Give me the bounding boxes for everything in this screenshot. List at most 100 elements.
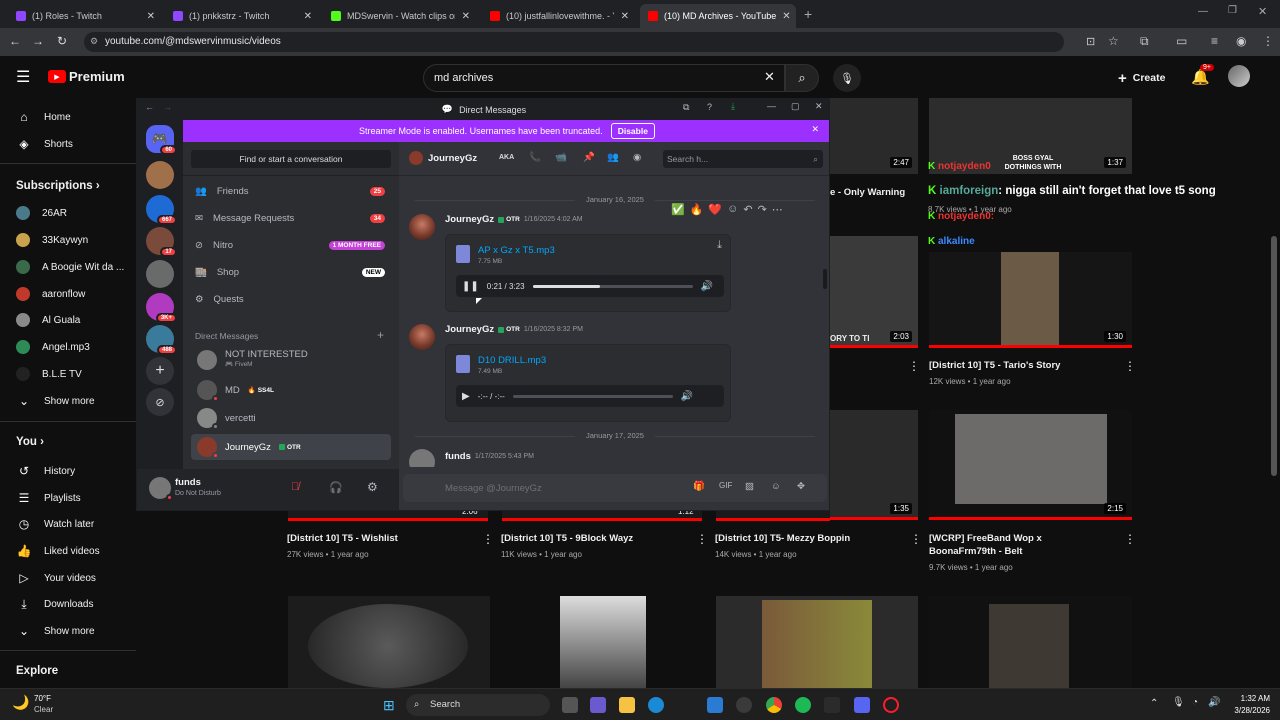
xbox-icon[interactable]	[824, 697, 840, 713]
youtube-logo[interactable]: ▶ Premium	[48, 69, 125, 84]
create-button[interactable]: + Create	[1118, 64, 1165, 92]
server-icon[interactable]: 3K+	[146, 293, 177, 323]
video-thumbnail[interactable]: ORY TO TI 2:03	[830, 236, 918, 348]
extensions-icon[interactable]: ⧉	[1140, 34, 1149, 49]
task-view-icon[interactable]	[562, 697, 578, 713]
show-more-button[interactable]: ⌄ Show more	[16, 393, 95, 409]
install-icon[interactable]: ⊡	[1086, 35, 1095, 48]
back-icon[interactable]: ←	[5, 34, 25, 48]
browser-tab[interactable]: MDSwervin - Watch clips on Ki ✕	[323, 4, 478, 28]
close-tab-icon[interactable]: ✕	[147, 11, 155, 22]
show-more-button[interactable]: ⌄ Show more	[16, 623, 95, 639]
microphone-icon[interactable]: 🎙	[1172, 697, 1185, 708]
bookmark-star-icon[interactable]: ☆	[1108, 34, 1119, 48]
video-call-icon[interactable]: 📹	[555, 152, 567, 163]
media-icon[interactable]: ≡	[1211, 34, 1218, 48]
play-icon[interactable]: ▶	[462, 391, 470, 402]
audio-progress[interactable]	[532, 284, 693, 288]
server-icon[interactable]: 17	[146, 227, 177, 257]
maximize-icon[interactable]: ❐	[1228, 5, 1237, 16]
server-icon[interactable]: 488	[146, 325, 177, 355]
message-avatar[interactable]	[409, 449, 435, 467]
video-thumbnail[interactable]: 2:15	[929, 410, 1132, 520]
emoji-icon[interactable]: ☺	[771, 481, 781, 492]
video-title[interactable]: [District 10] T5- Mezzy Boppin	[715, 532, 905, 545]
video-title[interactable]: [District 10] T5 - 9Block Wayz	[501, 532, 691, 545]
subscription-item[interactable]: 33Kaywyn	[16, 233, 88, 247]
close-tab-icon[interactable]: ✕	[621, 11, 629, 22]
browser-tab[interactable]: (10) justfallinlovewithme. - You ✕	[482, 4, 637, 28]
nav-message-requests[interactable]: ✉ Message Requests 34	[195, 213, 385, 224]
close-tab-icon[interactable]: ✕	[782, 11, 790, 22]
close-banner-icon[interactable]: ✕	[811, 124, 819, 135]
video-title[interactable]: [District 10] T5 - Wishlist	[287, 532, 477, 545]
more-options-icon[interactable]: ⋮	[908, 359, 920, 373]
sidebar-item-playlists[interactable]: ☰ Playlists	[16, 490, 81, 506]
minimize-icon[interactable]: —	[767, 101, 776, 111]
url-field[interactable]: youtube.com/@mdswervinmusic/videos	[84, 32, 1064, 52]
mute-mic-icon[interactable]: 🎙̸	[291, 481, 299, 493]
file-name[interactable]: D10 DRILL.mp3	[478, 355, 546, 366]
opera-icon[interactable]	[883, 697, 899, 713]
video-title[interactable]: e - Only Warning	[830, 186, 920, 199]
sidebar-item-downloads[interactable]: ⤓ Downloads	[16, 596, 93, 612]
video-thumbnail[interactable]	[929, 596, 1132, 688]
weather-temp[interactable]: 70°F	[34, 694, 51, 703]
wifi-icon[interactable]: ◔	[1192, 697, 1198, 708]
profile-icon[interactable]: ◉	[1236, 34, 1246, 48]
discord-home-button[interactable]: 🎮 60	[146, 125, 177, 155]
page-scrollbar[interactable]	[1271, 236, 1277, 476]
close-tab-icon[interactable]: ✕	[304, 11, 312, 22]
taskbar-search[interactable]: ⌕ Search	[406, 694, 550, 716]
subscription-item[interactable]: Al Guala	[16, 313, 80, 327]
clock-time[interactable]: 1:32 AM	[1234, 694, 1270, 703]
aka-label[interactable]: AKA	[499, 154, 514, 161]
github-icon[interactable]	[736, 697, 752, 713]
search-button[interactable]: ⌕	[785, 64, 819, 92]
reaction-heart[interactable]: ❤️	[708, 203, 722, 216]
gif-icon[interactable]: GIF	[719, 481, 732, 490]
message-author[interactable]: JourneyGz	[445, 214, 494, 225]
reply-icon[interactable]: ↶	[743, 203, 752, 216]
dm-item[interactable]: vercetti	[191, 405, 391, 431]
add-friends-icon[interactable]: 👥	[607, 152, 619, 163]
chat-scrollbar[interactable]	[823, 269, 827, 289]
store-icon[interactable]	[707, 697, 723, 713]
video-thumbnail[interactable]: 1:30	[929, 252, 1132, 348]
inbox-icon[interactable]: ⧉	[683, 102, 689, 113]
sidepanel-icon[interactable]: ▭	[1176, 34, 1187, 48]
add-reaction-icon[interactable]: ☺	[727, 203, 738, 216]
server-icon[interactable]: 667	[146, 195, 177, 225]
menu-icon[interactable]: ⋮	[1262, 34, 1274, 48]
volume-icon[interactable]: 🔊	[1208, 697, 1220, 708]
reaction-fire[interactable]: 🔥	[690, 203, 704, 216]
subscription-item[interactable]: Angel.mp3	[16, 340, 90, 354]
volume-icon[interactable]: 🔊	[681, 391, 693, 402]
video-thumbnail-edge[interactable]: 2:06	[288, 507, 488, 521]
subscriptions-heading[interactable]: Subscriptions ›	[16, 180, 100, 192]
search-input[interactable]: md archives	[423, 64, 785, 92]
account-avatar[interactable]	[1228, 65, 1250, 87]
video-thumbnail-edge[interactable]: 1:12	[502, 507, 702, 521]
add-server-button[interactable]: +	[146, 357, 174, 385]
message-composer[interactable]: Message @JourneyGz 🎁 GIF ▨ ☺ ✥	[403, 474, 827, 502]
video-title[interactable]: [District 10] T5 - Tario's Story	[929, 359, 1114, 372]
back-icon[interactable]: ←	[145, 102, 154, 112]
pin-icon[interactable]: 📌	[583, 152, 595, 163]
discord-taskbar-icon[interactable]	[854, 697, 870, 713]
discover-button[interactable]: ⊘	[146, 388, 174, 416]
dm-item-selected[interactable]: JourneyGz OTR	[191, 434, 391, 460]
video-thumbnail[interactable]	[716, 596, 918, 688]
forward-icon[interactable]: ↷	[758, 203, 767, 216]
volume-icon[interactable]: 🔊	[701, 281, 713, 292]
subscription-item[interactable]: A Boogie Wit da ...	[16, 260, 124, 274]
you-heading[interactable]: You ›	[16, 436, 44, 448]
subscription-item[interactable]: aaronflow	[16, 287, 85, 301]
video-thumbnail[interactable]	[502, 596, 704, 688]
download-icon[interactable]: ⤓	[717, 239, 722, 252]
message-author[interactable]: JourneyGz	[445, 324, 494, 335]
more-icon[interactable]: ⋯	[772, 203, 783, 216]
site-info-icon[interactable]: ⚙	[90, 36, 98, 47]
find-conversation-input[interactable]: Find or start a conversation	[191, 150, 391, 168]
browser-tab[interactable]: (1) pnkkstrz - Twitch ✕	[165, 4, 320, 28]
